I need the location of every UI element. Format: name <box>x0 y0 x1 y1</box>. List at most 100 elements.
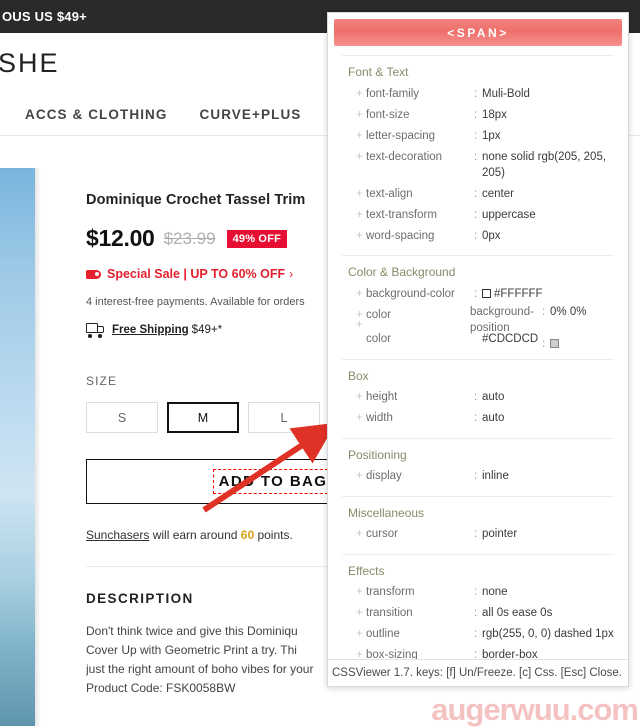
description-line: Product Code: FSK0058BW <box>86 681 236 695</box>
size-option-m-label: M <box>197 410 209 425</box>
css-property-value: auto <box>482 412 505 424</box>
description-line: Don't think twice and give this Dominiqu <box>86 624 298 638</box>
css-property-row[interactable]: + transition : all 0s ease 0s <box>334 603 622 624</box>
expand-icon[interactable]: + <box>356 186 366 202</box>
expand-icon[interactable]: + <box>356 107 366 123</box>
current-price: $12.00 <box>86 225 155 251</box>
css-property-row[interactable]: + width : auto <box>334 408 622 429</box>
free-shipping-row[interactable]: Free Shipping $49+* <box>86 323 340 338</box>
colon-separator: : <box>474 208 478 221</box>
nav-item-accs-clothing[interactable]: ACCS & CLOTHING <box>25 107 168 122</box>
css-property-name: background-color <box>366 287 455 300</box>
description-title: DESCRIPTION <box>86 591 194 606</box>
membership-link[interactable]: Sunchasers <box>86 528 149 542</box>
expand-icon[interactable]: + <box>356 128 366 144</box>
css-property-row[interactable]: + display : inline <box>334 466 622 487</box>
css-property-name: font-family <box>366 87 420 100</box>
expand-icon[interactable]: + <box>356 526 366 542</box>
css-property-name: text-align <box>366 187 413 200</box>
css-property-row[interactable]: + text-decoration : none solid rgb(205, … <box>334 146 622 183</box>
css-property-name: letter-spacing <box>366 129 436 142</box>
css-property-row[interactable]: + height : auto <box>334 387 622 408</box>
promo-topbar-text: OUS US $49+ <box>2 9 87 24</box>
product-image[interactable] <box>0 168 35 726</box>
points-value: 60 <box>240 528 255 542</box>
css-property-row[interactable]: + text-align : center <box>334 183 622 204</box>
expand-icon[interactable]: + <box>356 468 366 484</box>
points-suffix-text: points. <box>254 528 293 542</box>
product-title: Dominique Crochet Tassel Trim <box>86 192 306 208</box>
css-property-name: width <box>366 412 393 424</box>
css-property-row[interactable]: + color background-position : 0% 0% : <box>334 304 622 350</box>
color-swatch <box>550 339 559 348</box>
expand-icon[interactable]: + <box>356 626 366 642</box>
expand-icon[interactable]: + <box>356 228 366 244</box>
expand-icon[interactable]: + <box>356 584 366 600</box>
css-property-row[interactable]: background-position : 0% 0% <box>470 304 628 336</box>
expand-icon[interactable]: + <box>356 317 366 333</box>
css-property-row[interactable]: + word-spacing : 0px <box>334 225 622 246</box>
size-option-l[interactable]: L <box>248 402 320 433</box>
description-line: just the right amount of boho vibes for … <box>86 662 314 676</box>
expand-icon[interactable]: + <box>356 86 366 102</box>
css-property-name: background-position <box>470 306 534 334</box>
add-to-bag-button[interactable]: ADD TO BAG <box>86 459 338 504</box>
css-property-row[interactable]: + background-color : #FFFFFF <box>334 283 622 304</box>
css-property-value: pointer <box>482 528 518 540</box>
installment-text: 4 interest-free payments. Available for … <box>86 296 305 308</box>
expand-icon[interactable]: + <box>356 410 366 426</box>
section-title-font-text: Font & Text <box>348 65 409 79</box>
css-property-name: display <box>366 470 402 482</box>
size-option-m[interactable]: M <box>167 402 239 433</box>
css-property-value: center <box>482 187 514 200</box>
chevron-right-icon: › <box>289 267 294 281</box>
section-title-miscellaneous: Miscellaneous <box>348 505 425 520</box>
colon-separator: : <box>474 87 478 100</box>
css-property-value: inline <box>482 470 509 482</box>
size-option-s[interactable]: S <box>86 402 158 433</box>
gallery-shadow <box>35 168 41 726</box>
css-property-row[interactable]: : <box>470 336 628 352</box>
css-property-row[interactable]: + transform : none <box>334 582 622 603</box>
nav-item-curve-plus[interactable]: CURVE+PLUS <box>200 107 302 122</box>
css-property-name: color <box>366 333 391 345</box>
colon-separator: : <box>542 338 546 350</box>
cssviewer-header: <SPAN> <box>334 19 622 46</box>
css-property-name: word-spacing <box>366 229 435 242</box>
css-property-value: none solid rgb(205, 205, 205) <box>482 150 607 179</box>
css-property-row[interactable]: + font-size : 18px <box>334 104 622 125</box>
price-row: $12.00 $23.99 49% OFF <box>86 225 340 252</box>
points-row: Sunchasers will earn around 60 points. <box>86 528 340 542</box>
css-overlay-group: background-position : 0% 0% : <box>470 304 628 352</box>
colon-separator: : <box>474 528 478 540</box>
expand-icon[interactable]: + <box>356 286 366 302</box>
css-property-row[interactable]: + outline : rgb(255, 0, 0) dashed 1px <box>334 624 622 645</box>
expand-icon[interactable]: + <box>356 605 366 621</box>
css-property-value-text: #FFFFFF <box>494 287 543 300</box>
css-property-row[interactable]: + text-transform : uppercase <box>334 204 622 225</box>
points-middle-text: will earn around <box>149 528 241 542</box>
css-property-name: text-transform <box>366 208 437 221</box>
free-shipping-link[interactable]: Free Shipping <box>112 324 189 336</box>
colon-separator: : <box>474 187 478 200</box>
section-title-effects: Effects <box>348 563 385 578</box>
expand-icon[interactable]: + <box>356 389 366 405</box>
site-logo[interactable]: SHE <box>0 48 60 79</box>
css-property-row[interactable]: + cursor : pointer <box>334 524 622 545</box>
css-property-name: text-decoration <box>366 150 443 163</box>
css-property-name: height <box>366 391 398 403</box>
colon-separator: : <box>474 150 478 163</box>
colon-separator: : <box>474 470 478 482</box>
special-sale-text: Special Sale | UP TO 60% OFF <box>107 267 286 281</box>
expand-icon[interactable]: + <box>356 207 366 223</box>
special-sale-banner[interactable]: Special Sale | UP TO 60% OFF › <box>86 267 340 281</box>
size-label: SIZE <box>86 374 118 388</box>
css-property-row[interactable]: + font-family : Muli-Bold <box>334 83 622 104</box>
cssviewer-panel[interactable]: <SPAN> Font & Text + font-family : Muli-… <box>327 12 629 687</box>
css-property-value: rgb(255, 0, 0) dashed 1px <box>482 628 614 640</box>
expand-icon[interactable]: + <box>356 149 366 181</box>
colon-separator: : <box>542 306 546 318</box>
add-to-bag-label[interactable]: ADD TO BAG <box>212 469 334 494</box>
free-shipping-threshold: $49+* <box>191 323 223 336</box>
css-property-row[interactable]: + letter-spacing : 1px <box>334 125 622 146</box>
